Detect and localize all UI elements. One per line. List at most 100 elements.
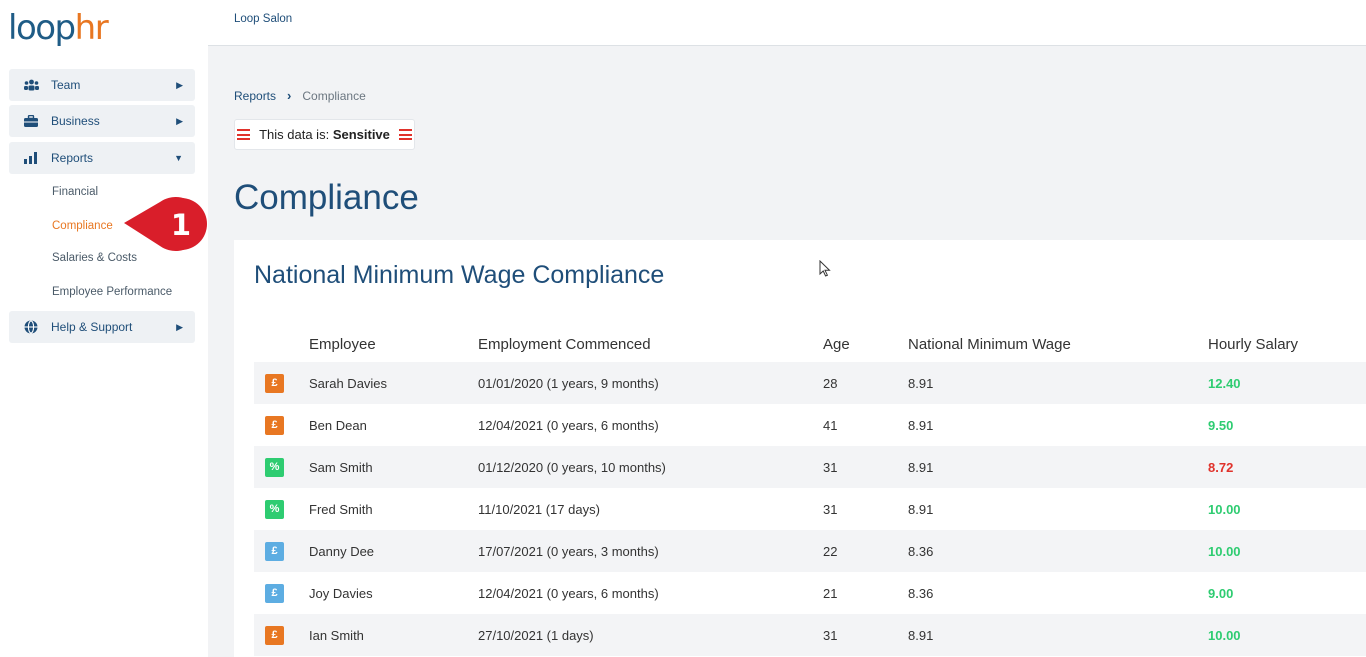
- table-row[interactable]: £ Danny Dee 17/07/2021 (0 years, 3 months)…: [254, 530, 1366, 572]
- breadcrumb-reports[interactable]: Reports: [234, 89, 276, 103]
- menu-lines-icon: [237, 129, 251, 140]
- nmw-compliance-card: National Minimum Wage Compliance Employe…: [234, 240, 1366, 657]
- employee-name[interactable]: Ben Dean: [309, 418, 478, 433]
- sidebar-item-team[interactable]: Team ▶: [9, 69, 195, 101]
- pay-type-icon[interactable]: £: [265, 583, 284, 603]
- pay-type-icon[interactable]: £: [265, 373, 284, 393]
- sidebar-subitem-compliance[interactable]: Compliance: [52, 220, 113, 232]
- table-row[interactable]: £ Sarah Davies 01/01/2020 (1 years, 9 mont…: [254, 362, 1366, 404]
- employee-age: 31: [823, 459, 838, 475]
- menu-lines-icon: [398, 129, 412, 140]
- employment-commenced: 12/04/2021 (0 years, 6 months): [478, 585, 659, 601]
- logo-main: loop: [8, 8, 76, 48]
- table-row[interactable]: % Fred Smith 11/10/2021 (17 days) 31 8.91 10.…: [254, 488, 1366, 530]
- data-sensitivity-banner: This data is: Sensitive: [234, 119, 415, 150]
- employment-commenced: 17/07/2021 (0 years, 3 months): [478, 543, 659, 559]
- compliance-table: Employee Employment Commenced Age Nation…: [254, 326, 1366, 656]
- pay-type-icon[interactable]: £: [265, 541, 284, 561]
- employment-commenced: 01/01/2020 (1 years, 9 months): [478, 375, 659, 391]
- employment-commenced: 01/12/2020 (0 years, 10 months): [478, 459, 666, 475]
- employee-age: 41: [823, 417, 838, 433]
- sidebar-item-reports[interactable]: Reports ▼: [9, 142, 195, 174]
- hourly-salary: 9.50: [1208, 417, 1234, 433]
- employee-name[interactable]: Ian Smith: [309, 628, 478, 643]
- employment-commenced: 12/04/2021 (0 years, 6 months): [478, 417, 659, 433]
- sidebar-item-label: Business: [51, 114, 100, 128]
- pay-type-cell: %: [254, 457, 309, 477]
- page-title: Compliance: [234, 178, 419, 217]
- sidebar-subitem-employee-performance[interactable]: Employee Performance: [52, 286, 172, 298]
- header-age[interactable]: Age: [823, 336, 908, 353]
- pay-type-cell: %: [254, 499, 309, 519]
- pay-type-cell: £: [254, 625, 309, 645]
- table-row[interactable]: % Sam Smith 01/12/2020 (0 years, 10 months…: [254, 446, 1366, 488]
- briefcase-icon: [23, 115, 39, 127]
- loophr-logo[interactable]: loophr: [8, 8, 109, 48]
- employee-age: 21: [823, 585, 838, 601]
- header-commenced[interactable]: Employment Commenced: [478, 336, 823, 353]
- hourly-salary: 10.00: [1208, 501, 1241, 517]
- table-row[interactable]: £ Ian Smith 27/10/2021 (1 days) 31 8.91 10.00: [254, 614, 1366, 656]
- top-bar: Loop Salon: [208, 0, 1366, 46]
- national-minimum-wage: 8.91: [908, 501, 934, 517]
- pay-type-cell: £: [254, 415, 309, 435]
- table-row[interactable]: £ Ben Dean 12/04/2021 (0 years, 6 months) 4…: [254, 404, 1366, 446]
- sensitivity-prefix: This data is:: [259, 127, 330, 142]
- company-name[interactable]: Loop Salon: [234, 13, 292, 25]
- sidebar-item-label: Team: [51, 78, 81, 92]
- caret-right-icon: ▶: [176, 79, 183, 90]
- employment-commenced: 11/10/2021 (17 days): [478, 501, 600, 517]
- breadcrumb: Reports › Compliance: [234, 88, 366, 103]
- sidebar: loophr Team ▶ Business ▶ Reports ▼ Finan…: [0, 0, 208, 657]
- sensitivity-level: Sensitive: [332, 127, 390, 142]
- header-nmw[interactable]: National Minimum Wage: [908, 336, 1208, 353]
- hourly-salary: 8.72: [1208, 459, 1234, 475]
- users-icon: [23, 79, 39, 91]
- hourly-salary: 12.40: [1208, 375, 1241, 391]
- sidebar-item-business[interactable]: Business ▶: [9, 105, 195, 137]
- globe-icon: [23, 320, 39, 334]
- national-minimum-wage: 8.91: [908, 627, 934, 643]
- pay-type-icon[interactable]: £: [265, 415, 284, 435]
- employee-age: 22: [823, 543, 838, 559]
- hourly-salary: 9.00: [1208, 585, 1234, 601]
- pay-type-cell: £: [254, 541, 309, 561]
- hourly-salary: 10.00: [1208, 627, 1241, 643]
- national-minimum-wage: 8.91: [908, 375, 934, 391]
- logo-accent: hr: [74, 8, 109, 48]
- bar-chart-icon: [23, 152, 39, 164]
- employee-age: 28: [823, 375, 838, 391]
- pay-type-cell: £: [254, 373, 309, 393]
- employment-commenced: 27/10/2021 (1 days): [478, 627, 594, 643]
- employee-name[interactable]: Sam Smith: [309, 460, 478, 475]
- breadcrumb-current: Compliance: [302, 88, 366, 103]
- sensitivity-text: This data is: Sensitive: [259, 127, 390, 142]
- pay-type-cell: £: [254, 583, 309, 603]
- sidebar-item-help-support[interactable]: Help & Support ▶: [9, 311, 195, 343]
- national-minimum-wage: 8.36: [908, 585, 934, 601]
- employee-name[interactable]: Danny Dee: [309, 544, 478, 559]
- header-hourly-salary[interactable]: Hourly Salary: [1208, 336, 1366, 353]
- mouse-cursor-icon: [819, 259, 831, 277]
- national-minimum-wage: 8.36: [908, 543, 934, 559]
- pay-type-icon[interactable]: £: [265, 625, 284, 645]
- sidebar-item-label: Help & Support: [51, 320, 133, 334]
- step-callout-badge: 1: [122, 197, 214, 257]
- employee-age: 31: [823, 501, 838, 517]
- caret-right-icon: ▶: [176, 115, 183, 126]
- chevron-right-icon: ›: [287, 88, 292, 103]
- sidebar-item-label: Reports: [51, 151, 94, 165]
- pay-type-icon[interactable]: %: [265, 457, 284, 477]
- hourly-salary: 10.00: [1208, 543, 1241, 559]
- card-title: National Minimum Wage Compliance: [254, 261, 665, 289]
- national-minimum-wage: 8.91: [908, 417, 934, 433]
- table-header: Employee Employment Commenced Age Nation…: [254, 326, 1366, 362]
- caret-down-icon: ▼: [174, 153, 183, 163]
- header-employee[interactable]: Employee: [309, 336, 478, 353]
- employee-name[interactable]: Fred Smith: [309, 502, 478, 517]
- pay-type-icon[interactable]: %: [265, 499, 284, 519]
- employee-name[interactable]: Sarah Davies: [309, 376, 478, 391]
- table-row[interactable]: £ Joy Davies 12/04/2021 (0 years, 6 months…: [254, 572, 1366, 614]
- employee-name[interactable]: Joy Davies: [309, 586, 478, 601]
- sidebar-subitem-financial[interactable]: Financial: [52, 186, 98, 198]
